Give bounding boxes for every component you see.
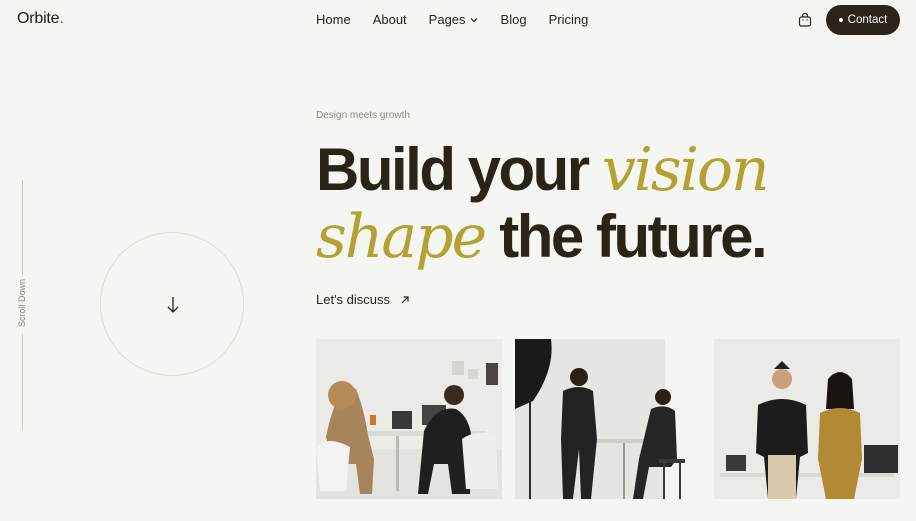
- main-nav: Home About Pages Blog Pricing: [316, 12, 610, 27]
- logo-dot: .: [59, 10, 64, 27]
- headline-line-1: Build your vision: [316, 140, 770, 201]
- scroll-down-label: Scroll Down: [17, 278, 27, 328]
- logo-text: Orbite: [17, 10, 60, 27]
- arrow-up-right-icon: [401, 295, 409, 303]
- nav-pages[interactable]: Pages: [429, 12, 479, 27]
- headline-line-2: shape the future.: [316, 207, 768, 268]
- headline-vision: vision: [601, 135, 770, 205]
- nav-pricing[interactable]: Pricing: [549, 12, 589, 27]
- team-photo-portrait-image: [714, 339, 900, 499]
- scroll-line-top: [22, 180, 23, 275]
- team-photo-office: [316, 339, 502, 499]
- headline-shape: shape: [316, 202, 487, 272]
- scroll-down-button[interactable]: [100, 232, 244, 376]
- team-photo-portrait: [714, 339, 900, 499]
- nav-about[interactable]: About: [373, 12, 407, 27]
- header: Orbite. Home About Pages Blog Pricing Co…: [0, 0, 916, 40]
- headline-build-your: Build your: [316, 136, 590, 203]
- cart-icon[interactable]: [797, 12, 813, 28]
- hero-eyebrow: Design meets growth: [316, 110, 410, 121]
- team-photo-studio-image: [515, 339, 701, 499]
- nav-pages-label: Pages: [428, 12, 466, 27]
- logo[interactable]: Orbite.: [17, 10, 64, 28]
- lets-discuss-link[interactable]: Let's discuss: [316, 292, 410, 307]
- bullet-dot-icon: [838, 18, 843, 22]
- chevron-down-icon: [470, 17, 477, 22]
- arrow-down-icon: [167, 297, 179, 313]
- scroll-line-bottom: [22, 334, 23, 430]
- team-photo-office-image: [316, 339, 502, 499]
- nav-pricing-label: Pricing: [548, 12, 589, 27]
- nav-blog[interactable]: Blog: [501, 12, 527, 27]
- nav-home[interactable]: Home: [316, 12, 351, 27]
- contact-label: Contact: [847, 14, 888, 26]
- nav-blog-label: Blog: [500, 12, 527, 27]
- team-photo-studio: [515, 339, 701, 499]
- headline-the-future: the future.: [499, 203, 767, 270]
- nav-home-label: Home: [316, 12, 351, 27]
- lets-discuss-label: Let's discuss: [316, 292, 391, 307]
- contact-button[interactable]: Contact: [826, 5, 900, 35]
- nav-about-label: About: [372, 12, 407, 27]
